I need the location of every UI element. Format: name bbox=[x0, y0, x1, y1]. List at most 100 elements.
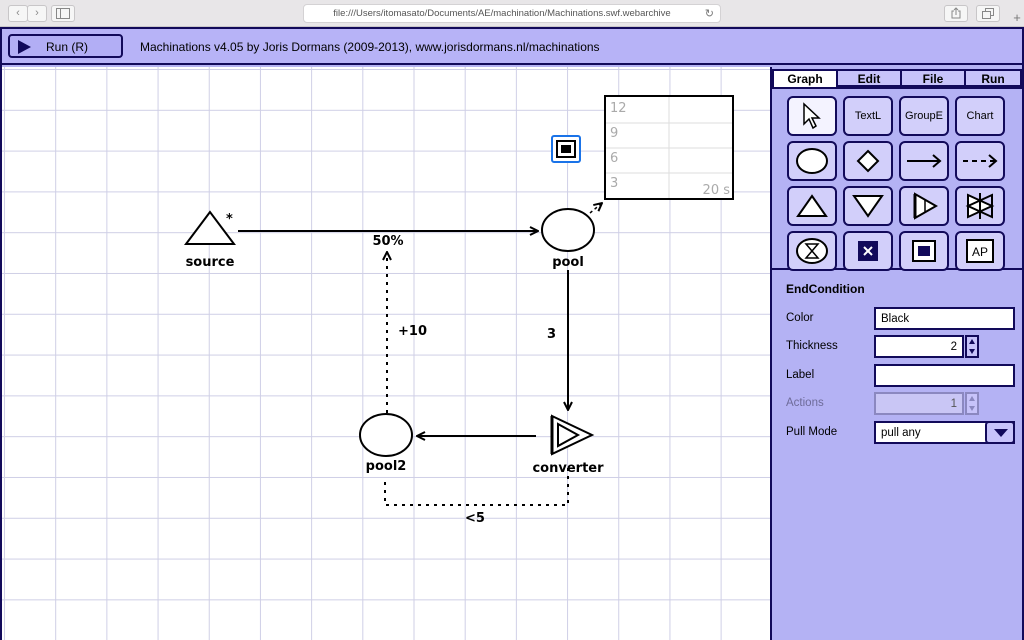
pull-mode-label: Pull Mode bbox=[786, 426, 838, 438]
text-label-tool-label: TextL bbox=[854, 110, 882, 122]
source-label: source bbox=[186, 255, 235, 270]
color-label: Color bbox=[786, 312, 814, 324]
pull-mode-dropdown[interactable]: pull any bbox=[874, 421, 1015, 444]
app-title: Machinations v4.05 by Joris Dormans (200… bbox=[140, 40, 600, 54]
reload-icon[interactable]: ↻ bbox=[705, 7, 714, 20]
chart-tool-button[interactable]: Chart bbox=[955, 96, 1005, 136]
diamond-icon bbox=[856, 149, 880, 173]
sidebar-toggle-button[interactable] bbox=[51, 5, 75, 22]
actions-stepper-buttons bbox=[965, 392, 979, 415]
thickness-stepper-buttons[interactable] bbox=[965, 335, 979, 358]
resource-connection-tool-button[interactable] bbox=[899, 141, 949, 181]
new-tab-button[interactable]: + bbox=[1010, 10, 1024, 27]
sidebar-icon bbox=[56, 8, 70, 19]
properties-title: EndCondition bbox=[786, 282, 865, 296]
thickness-stepper[interactable]: 2 bbox=[874, 335, 964, 358]
arrow-right-icon bbox=[907, 154, 942, 168]
converter-label: converter bbox=[532, 461, 604, 476]
tool-grid: TextL GroupE Chart AP bbox=[772, 87, 1022, 271]
edge-label-3: 3 bbox=[547, 327, 556, 342]
chart-y-tick: 3 bbox=[610, 176, 618, 191]
play-icon bbox=[18, 40, 31, 54]
label-field[interactable] bbox=[874, 364, 1015, 387]
pull-mode-value: pull any bbox=[881, 427, 921, 439]
tab-file[interactable]: File bbox=[900, 69, 966, 87]
x-square-icon bbox=[858, 241, 878, 261]
pool-label: pool bbox=[552, 255, 584, 270]
select-tool-button[interactable] bbox=[787, 96, 837, 136]
group-box-tool-button[interactable]: GroupE bbox=[899, 96, 949, 136]
browser-toolbar: ‹ › file:///Users/itomasato/Documents/AE… bbox=[0, 0, 1024, 27]
group-box-tool-label: GroupE bbox=[905, 110, 943, 122]
end-condition-node[interactable] bbox=[551, 135, 581, 163]
chevron-down-icon bbox=[994, 429, 1008, 437]
artificial-player-tool-button[interactable]: AP bbox=[955, 231, 1005, 271]
pool-node[interactable] bbox=[541, 208, 595, 252]
artificial-player-tool-label: AP bbox=[972, 245, 988, 259]
machinations-app: Run (R) Machinations v4.05 by Joris Dorm… bbox=[0, 27, 1024, 640]
back-button[interactable]: ‹ bbox=[8, 5, 28, 22]
arrow-down-icon bbox=[969, 406, 975, 411]
edge-label-50-percent: 50% bbox=[372, 234, 403, 249]
edge-label-less-than-5: <5 bbox=[465, 511, 485, 526]
chevron-left-icon: ‹ bbox=[16, 7, 20, 19]
chart-y-tick: 6 bbox=[610, 151, 618, 166]
register-icon bbox=[912, 240, 936, 262]
address-bar[interactable]: file:///Users/itomasato/Documents/AE/mac… bbox=[303, 4, 721, 23]
tab-edit[interactable]: Edit bbox=[836, 69, 902, 87]
pool2-node[interactable] bbox=[359, 413, 413, 457]
end-condition-tool-button[interactable] bbox=[843, 231, 893, 271]
tab-graph[interactable]: Graph bbox=[772, 69, 838, 87]
thickness-label: Thickness bbox=[786, 340, 838, 352]
run-button-label: Run (R) bbox=[46, 40, 89, 54]
chart-widget[interactable]: 12 9 6 3 20 s bbox=[604, 95, 734, 200]
converter-tool-button[interactable] bbox=[899, 186, 949, 226]
dashed-arrow-icon bbox=[963, 154, 998, 168]
gate-tool-button[interactable] bbox=[843, 141, 893, 181]
label-label: Label bbox=[786, 369, 815, 381]
color-field[interactable]: Black bbox=[874, 307, 1015, 330]
trader-icon bbox=[965, 193, 995, 219]
edge-label-plus10: +10 bbox=[398, 324, 427, 339]
register-tool-button[interactable] bbox=[899, 231, 949, 271]
ap-box-icon: AP bbox=[966, 239, 994, 263]
pool-tool-button[interactable] bbox=[787, 141, 837, 181]
pool-icon bbox=[796, 148, 828, 174]
run-button[interactable]: Run (R) bbox=[8, 34, 123, 58]
share-icon bbox=[951, 7, 961, 19]
tabs-icon bbox=[982, 8, 994, 19]
tool-panel: Graph Edit File Run TextL GroupE Chart A… bbox=[770, 67, 1022, 640]
delay-tool-button[interactable] bbox=[787, 231, 837, 271]
chart-tool-label: Chart bbox=[966, 110, 994, 122]
source-tool-button[interactable] bbox=[787, 186, 837, 226]
converter-icon bbox=[913, 192, 939, 220]
edge-pool-chart[interactable] bbox=[589, 203, 602, 214]
pool2-label: pool2 bbox=[366, 459, 407, 474]
trader-tool-button[interactable] bbox=[955, 186, 1005, 226]
app-topbar: Run (R) Machinations v4.05 by Joris Dorm… bbox=[2, 29, 1022, 65]
state-connection-tool-button[interactable] bbox=[955, 141, 1005, 181]
arrow-up-icon bbox=[969, 396, 975, 401]
converter-node[interactable] bbox=[550, 414, 595, 456]
arrow-up-icon bbox=[969, 339, 975, 344]
actions-stepper: 1 bbox=[874, 392, 964, 415]
diagram-canvas[interactable]: * source pool pool2 converter 50% +10 3 … bbox=[2, 67, 770, 640]
text-label-tool-button[interactable]: TextL bbox=[843, 96, 893, 136]
dropdown-button[interactable] bbox=[985, 421, 1015, 444]
chart-time-label: 20 s bbox=[703, 183, 731, 198]
source-marker: * bbox=[226, 212, 233, 227]
plus-icon: + bbox=[1013, 10, 1021, 25]
tabs-button[interactable] bbox=[976, 5, 1000, 22]
hourglass-icon bbox=[796, 238, 828, 264]
url-text: file:///Users/itomasato/Documents/AE/mac… bbox=[333, 8, 671, 19]
chart-y-tick: 9 bbox=[610, 126, 618, 141]
tab-run[interactable]: Run bbox=[964, 69, 1022, 87]
arrow-down-icon bbox=[969, 349, 975, 354]
cursor-icon bbox=[803, 102, 821, 130]
chart-y-tick: 12 bbox=[610, 101, 627, 116]
actions-label: Actions bbox=[786, 397, 824, 409]
drain-tool-button[interactable] bbox=[843, 186, 893, 226]
forward-button[interactable]: › bbox=[27, 5, 47, 22]
share-button[interactable] bbox=[944, 5, 968, 22]
triangle-down-icon bbox=[852, 195, 884, 218]
